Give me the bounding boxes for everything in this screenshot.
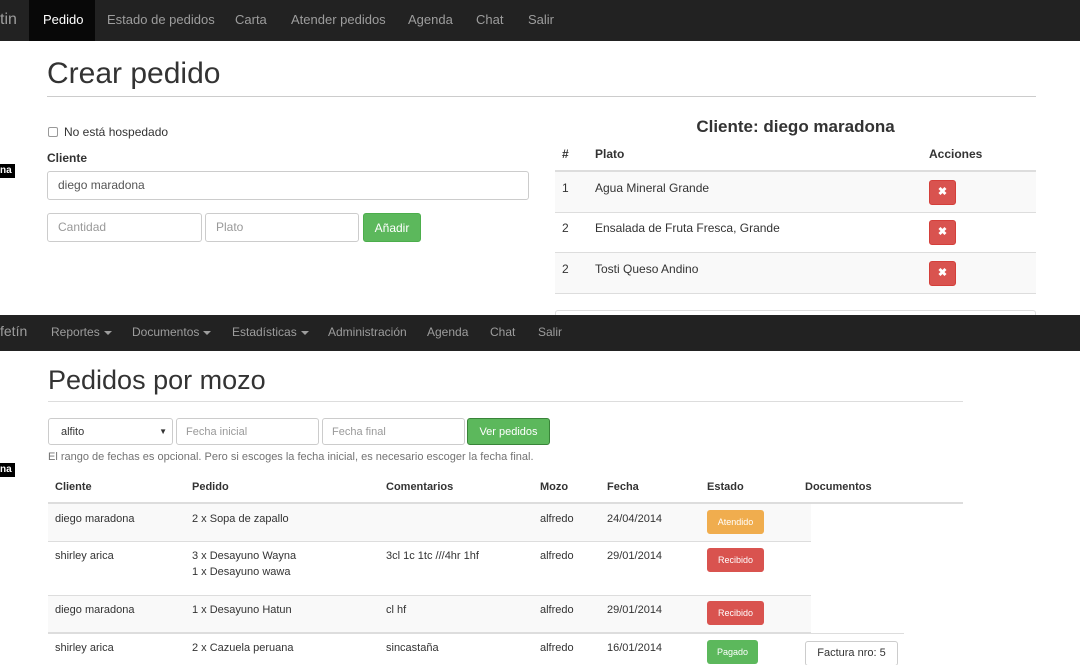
- col-header-mozo: Mozo: [540, 481, 569, 493]
- order-qty: 2: [562, 262, 569, 276]
- page-title: Crear pedido: [47, 57, 221, 90]
- cantidad-input[interactable]: Cantidad: [47, 213, 202, 242]
- order-plato: Ensalada de Fruta Fresca, Grande: [595, 221, 780, 235]
- order-qty: 2: [562, 221, 569, 235]
- col-header-fecha: Fecha: [607, 481, 639, 493]
- nav-item-agenda[interactable]: Agenda: [408, 12, 453, 27]
- mozo-select-value: alfito: [61, 426, 85, 438]
- order-qty: 1: [562, 181, 569, 195]
- nav-item-label: Estadísticas: [232, 325, 297, 339]
- nav-item-estadisticas[interactable]: Estadísticas: [232, 325, 309, 339]
- dropdown-arrow-icon: ▼: [159, 427, 167, 436]
- col-header-cliente: Cliente: [55, 481, 92, 493]
- cliente-input[interactable]: diego maradona: [47, 171, 529, 200]
- nav-item-agenda[interactable]: Agenda: [427, 325, 468, 339]
- cell-mozo: alfredo: [540, 604, 574, 616]
- cliente-label: Cliente: [47, 151, 88, 165]
- nav-item-label: Documentos: [132, 325, 200, 339]
- title-divider: [47, 96, 1036, 97]
- order-client-title: Cliente: diego maradona: [696, 117, 895, 136]
- col-header-plato: Plato: [595, 147, 625, 161]
- cell-cliente: shirley arica: [55, 550, 114, 562]
- col-header-estado: Estado: [707, 481, 744, 493]
- cell-cliente: shirley arica: [55, 642, 114, 654]
- fecha-final-input[interactable]: Fecha final: [322, 418, 465, 445]
- status-badge: Pagado: [707, 640, 758, 664]
- page-title: Pedidos por mozo: [48, 365, 266, 395]
- top-navbar: tin Pedido Estado de pedidos Carta Atend…: [0, 0, 1080, 41]
- cell-comentarios: 3cl 1c 1tc ///4hr 1hf: [386, 550, 479, 562]
- cell-comentarios: cl hf: [386, 604, 407, 616]
- col-header-pedido: Pedido: [192, 481, 229, 493]
- navbar-brand[interactable]: tin: [0, 11, 17, 29]
- navbar-brand[interactable]: fetín: [0, 323, 27, 339]
- nav-item-reportes[interactable]: Reportes: [51, 325, 112, 339]
- anadir-button[interactable]: Añadir: [363, 213, 421, 242]
- delete-button[interactable]: ✖: [929, 261, 956, 286]
- factura-button[interactable]: Factura nro: 5: [805, 641, 898, 665]
- cell-mozo: alfredo: [540, 642, 574, 654]
- cell-fecha: 29/01/2014: [607, 604, 663, 616]
- fecha-inicial-input[interactable]: Fecha inicial: [176, 418, 319, 445]
- delete-button[interactable]: ✖: [929, 220, 956, 245]
- order-plato: Tosti Queso Andino: [595, 262, 699, 276]
- nav-item-chat[interactable]: Chat: [476, 12, 503, 27]
- close-icon: ✖: [937, 186, 948, 198]
- delete-button[interactable]: ✖: [929, 180, 956, 205]
- plato-input[interactable]: Plato: [205, 213, 359, 242]
- no-hospedado-label[interactable]: No está hospedado: [64, 125, 168, 139]
- cell-pedido: 2 x Sopa de zapallo: [192, 513, 289, 525]
- close-icon: ✖: [937, 226, 948, 238]
- help-text: El rango de fechas es opcional. Pero si …: [48, 451, 534, 463]
- status-badge: Recibido: [707, 601, 764, 625]
- nav-item-atender-pedidos[interactable]: Atender pedidos: [291, 12, 386, 27]
- nav-item-chat[interactable]: Chat: [490, 325, 515, 339]
- nav-item-salir[interactable]: Salir: [538, 325, 562, 339]
- mozo-select[interactable]: alfito ▼: [48, 418, 173, 445]
- cell-pedido: 3 x Desayuno Wayna: [192, 550, 297, 562]
- order-row: 2 Tosti Queso Andino ✖: [555, 253, 1036, 294]
- nav-item-salir[interactable]: Salir: [528, 12, 554, 27]
- order-row: 1 Agua Mineral Grande ✖: [555, 172, 1036, 213]
- caret-down-icon: [103, 330, 112, 335]
- ver-pedidos-button[interactable]: Ver pedidos: [467, 418, 550, 445]
- table-row: [48, 504, 811, 542]
- page-tag: na 1: [0, 164, 15, 178]
- cell-pedido: 1 x Desayuno wawa: [192, 566, 291, 578]
- close-icon: ✖: [937, 267, 948, 279]
- cell-comentarios: sincastaña: [386, 642, 439, 654]
- nav-item-administracion[interactable]: Administración: [328, 325, 407, 339]
- status-badge: Atendido: [707, 510, 764, 534]
- table-row: [48, 633, 904, 665]
- title-divider: [48, 401, 963, 402]
- cell-mozo: alfredo: [540, 550, 574, 562]
- admin-navbar: fetín Reportes Documentos Estadísticas A…: [0, 315, 1080, 351]
- caret-down-icon: [203, 330, 212, 335]
- table-row: [48, 596, 811, 633]
- caret-down-icon: [300, 330, 309, 335]
- cell-fecha: 24/04/2014: [607, 513, 663, 525]
- cell-pedido: 2 x Cazuela peruana: [192, 642, 294, 654]
- col-header-number: #: [562, 147, 569, 161]
- nav-item-label: Reportes: [51, 325, 100, 339]
- order-plato: Agua Mineral Grande: [595, 181, 710, 195]
- col-header-acciones: Acciones: [929, 147, 983, 161]
- nav-item-carta[interactable]: Carta: [235, 12, 267, 27]
- cell-cliente: diego maradona: [55, 604, 135, 616]
- cell-pedido: 1 x Desayuno Hatun: [192, 604, 292, 616]
- nav-item-pedido[interactable]: Pedido: [43, 12, 83, 27]
- no-hospedado-checkbox[interactable]: [48, 127, 58, 137]
- order-row: 2 Ensalada de Fruta Fresca, Grande ✖: [555, 212, 1036, 253]
- page-tag: na 1: [0, 463, 15, 477]
- doc-cell: [798, 508, 810, 526]
- col-header-comentarios: Comentarios: [386, 481, 454, 493]
- col-header-documentos: Documentos: [805, 481, 872, 493]
- nav-item-estado-de-pedidos[interactable]: Estado de pedidos: [107, 12, 215, 27]
- status-badge: Recibido: [707, 548, 764, 572]
- nav-item-documentos[interactable]: Documentos: [132, 325, 212, 339]
- cell-cliente: diego maradona: [55, 513, 135, 525]
- cell-fecha: 29/01/2014: [607, 550, 663, 562]
- cell-fecha: 16/01/2014: [607, 642, 663, 654]
- cell-mozo: alfredo: [540, 513, 574, 525]
